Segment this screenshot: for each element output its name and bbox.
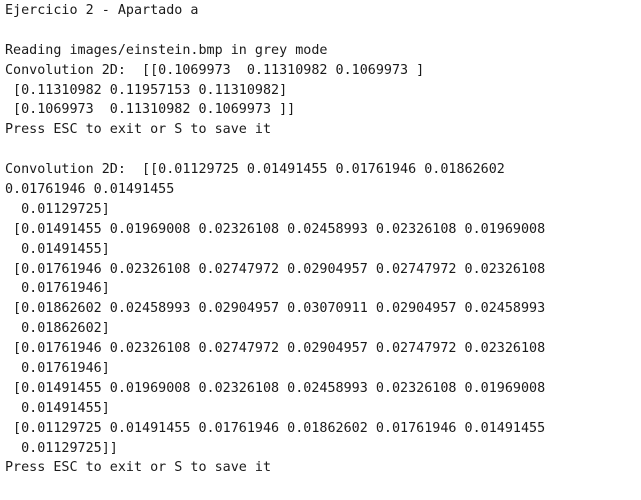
console-line: 0.01129725]] — [5, 440, 118, 456]
console-line: 0.01761946] — [5, 281, 110, 297]
console-line: [0.01761946 0.02326108 0.02747972 0.0290… — [5, 261, 546, 277]
console-line: 0.01129725] — [5, 201, 110, 217]
console-line: Convolution 2D: [[0.01129725 0.01491455 … — [5, 162, 505, 178]
console-line: [0.01491455 0.01969008 0.02326108 0.0245… — [5, 380, 546, 396]
console-line: [0.01862602 0.02458993 0.02904957 0.0307… — [5, 301, 546, 317]
console-line: Ejercicio 2 - Apartado a — [5, 3, 199, 18]
console-line: [0.01761946 0.02326108 0.02747972 0.0290… — [5, 341, 546, 357]
console-line: Convolution 2D: [[0.1069973 0.11310982 0… — [5, 62, 425, 78]
console-window[interactable]: Ejercicio 2 - Apartado a Reading images/e… — [0, 0, 641, 500]
console-line: [0.11310982 0.11957153 0.11310982] — [5, 82, 288, 98]
console-line: [0.01491455 0.01969008 0.02326108 0.0245… — [5, 221, 546, 237]
console-line: [0.1069973 0.11310982 0.1069973 ]] — [5, 102, 296, 118]
console-line: Press ESC to exit or S to save it — [5, 122, 272, 138]
console-line: 0.01491455] — [5, 241, 110, 257]
console-line: 0.01862602] — [5, 321, 110, 337]
console-line: [0.01129725 0.01491455 0.01761946 0.0186… — [5, 420, 546, 436]
console-line: Press ESC to exit or S to save it — [5, 460, 272, 476]
console-line: 0.01491455] — [5, 400, 110, 416]
console-output: Ejercicio 2 - Apartado a Reading images/e… — [5, 1, 641, 478]
console-line: 0.01761946] — [5, 361, 110, 377]
console-line: 0.01761946 0.01491455 — [5, 182, 175, 198]
console-line: Reading images/einstein.bmp in grey mode — [5, 42, 328, 58]
